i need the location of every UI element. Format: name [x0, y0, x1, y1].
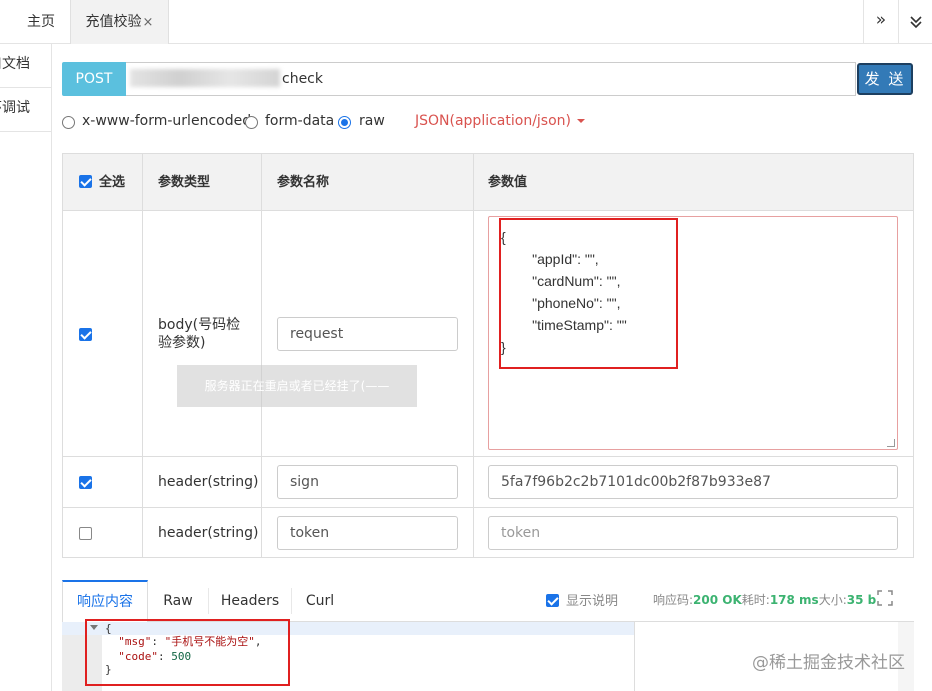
tab-headers-label: Headers — [220, 593, 280, 609]
time-label: 耗时: — [741, 593, 770, 607]
param-type: header(string) — [158, 525, 259, 541]
size-label: 大小: — [818, 593, 847, 607]
row-checkbox[interactable] — [79, 328, 92, 341]
param-name-input[interactable]: token — [277, 516, 458, 550]
time-value: 178 ms — [769, 593, 819, 607]
double-chevron-down-icon — [909, 16, 922, 29]
tab-recharge-check-label: 充值校验 — [85, 14, 142, 30]
content-type-value: JSON(application/json) — [415, 113, 571, 129]
left-menu: 口文档 环调试 — [0, 44, 52, 691]
close-icon[interactable]: × — [143, 15, 154, 30]
tab-response-content-label: 响应内容 — [77, 594, 133, 610]
tab-curl-label: Curl — [305, 593, 335, 609]
param-name-input[interactable]: sign — [277, 465, 458, 499]
param-value-input[interactable]: 5fa7f96b2c2b7101dc00b2f87b933e87 — [488, 465, 898, 499]
param-type: body(号码检验参数) — [158, 317, 241, 351]
top-tab-bar: 主页 充值校验× » — [0, 0, 932, 44]
tab-raw-label: Raw — [163, 593, 193, 609]
tab-home[interactable]: 主页 — [14, 0, 68, 44]
radio-form-data-label: form-data — [265, 113, 335, 129]
menu-item-docs[interactable]: 口文档 — [0, 44, 51, 88]
row-divider — [63, 456, 913, 457]
resize-grip-icon[interactable] — [887, 439, 895, 447]
radio-raw-label: raw — [359, 113, 385, 129]
header-param-type: 参数类型 — [158, 175, 211, 190]
redacted-url-segment — [130, 69, 280, 87]
editor-divider — [634, 622, 635, 691]
menu-item-docs-label: 口文档 — [0, 56, 30, 72]
scroll-tabs-right-button[interactable]: » — [863, 0, 898, 44]
show-explain-checkbox[interactable] — [546, 594, 559, 607]
menu-item-debug-label: 环调试 — [0, 100, 30, 116]
tab-raw[interactable]: Raw — [148, 580, 208, 622]
status-code-value: 200 OK — [693, 593, 742, 607]
tab-curl[interactable]: Curl — [292, 580, 348, 622]
caret-down-icon — [577, 119, 585, 123]
radio-x-www-form-urlencoded[interactable] — [62, 116, 75, 129]
radio-raw[interactable] — [338, 116, 351, 129]
send-button[interactable]: 发 送 — [857, 63, 913, 95]
status-code-label: 响应码: — [653, 593, 694, 607]
highlight-box — [85, 619, 290, 686]
collapse-menu-button[interactable] — [898, 0, 932, 44]
radio-x-www-form-urlencoded-label: x-www-form-urlencoded — [82, 113, 252, 129]
select-all-checkbox[interactable] — [79, 175, 92, 188]
tab-recharge-check[interactable]: 充值校验× — [70, 0, 169, 44]
param-name-input[interactable]: request — [277, 317, 458, 351]
radio-form-data[interactable] — [245, 116, 258, 129]
header-select-all: 全选 — [99, 175, 126, 190]
watermark: @稀土掘金技术社区 — [752, 653, 905, 673]
menu-item-debug[interactable]: 环调试 — [0, 88, 51, 132]
param-type: header(string) — [158, 474, 259, 490]
column-divider — [261, 154, 262, 557]
params-table: 全选 参数类型 参数名称 参数值 body(号码检验参数) request { … — [62, 153, 914, 558]
header-param-value: 参数值 — [488, 175, 528, 190]
toast-message: 服务器正在重启或者已经挂了(—— — [177, 365, 417, 407]
size-value: 35 b — [846, 593, 877, 607]
header-param-name: 参数名称 — [277, 175, 330, 190]
content-type-dropdown[interactable]: JSON(application/json) — [415, 113, 585, 129]
row-checkbox[interactable] — [79, 476, 92, 489]
row-divider — [63, 507, 913, 508]
url-suffix: check — [282, 71, 323, 87]
http-method-badge[interactable]: POST — [62, 62, 126, 96]
tab-headers[interactable]: Headers — [209, 580, 291, 622]
response-status-line: 响应码:200 OK耗时:178 ms大小:35 b — [653, 591, 876, 608]
param-value-input[interactable]: token — [488, 516, 898, 550]
fullscreen-icon[interactable] — [877, 590, 893, 606]
show-explain-label: 显示说明 — [566, 594, 619, 609]
double-chevron-right-icon: » — [875, 10, 887, 30]
column-divider — [473, 154, 474, 557]
tab-response-content[interactable]: 响应内容 — [62, 580, 148, 623]
column-divider — [142, 154, 143, 557]
highlight-box — [499, 218, 678, 369]
tab-home-label: 主页 — [27, 14, 55, 30]
row-checkbox[interactable] — [79, 527, 92, 540]
